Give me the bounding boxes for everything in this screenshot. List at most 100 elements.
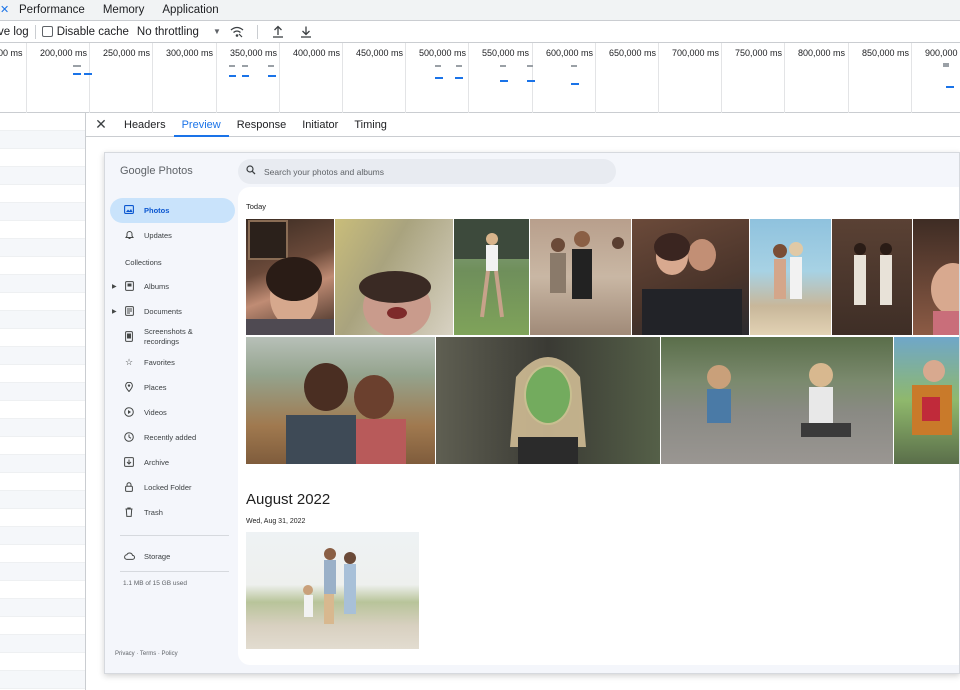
document-icon (120, 305, 138, 318)
network-conditions-icon[interactable] (229, 24, 245, 40)
close-icon[interactable]: ✕ (86, 116, 116, 133)
tab-application[interactable]: Application (153, 0, 227, 21)
search-placeholder: Search your photos and albums (264, 166, 385, 177)
table-row[interactable] (0, 257, 85, 275)
table-row[interactable] (0, 113, 85, 131)
sidebar-item-screenshots: Screenshots & recordings (110, 324, 235, 350)
sidebar-item-archive: Archive (110, 450, 235, 475)
nav-divider (120, 535, 229, 536)
import-har-icon[interactable] (270, 24, 286, 40)
photo-thumbnail (661, 337, 893, 464)
request-detail-tabs: ✕ Headers Preview Response Initiator Tim… (86, 113, 960, 137)
table-row[interactable] (0, 635, 85, 653)
table-row[interactable] (0, 311, 85, 329)
table-row[interactable] (0, 149, 85, 167)
table-row[interactable] (0, 491, 85, 509)
table-row[interactable] (0, 221, 85, 239)
tab-preview[interactable]: Preview (173, 113, 229, 137)
tab-memory[interactable]: Memory (94, 0, 154, 21)
sidebar-item-storage: Storage (110, 544, 235, 569)
photo-thumbnail (246, 219, 334, 335)
sidebar-item-trash: Trash (110, 500, 235, 525)
time-tick-label: 450,000 ms (356, 48, 404, 58)
export-har-icon[interactable] (298, 24, 314, 40)
photo-thumbnail (750, 219, 831, 335)
table-row[interactable] (0, 509, 85, 527)
table-row[interactable] (0, 563, 85, 581)
archive-icon (120, 456, 138, 469)
tab-headers[interactable]: Headers (116, 113, 174, 137)
sidebar-item-label: Places (144, 383, 167, 392)
bell-icon (120, 230, 138, 242)
sidebar-item-label: Archive (144, 458, 170, 467)
disable-cache-checkbox[interactable]: Disable cache (41, 26, 129, 38)
caret-right-icon: ▶ (112, 309, 117, 315)
table-row[interactable] (0, 329, 85, 347)
photo-thumbnail (832, 219, 912, 335)
chevron-down-icon: ▼ (212, 27, 221, 36)
tab-initiator[interactable]: Initiator (294, 113, 346, 137)
sidebar-item-label: Updates (144, 231, 172, 240)
preserve-log-checkbox[interactable]: ve log (0, 26, 29, 38)
table-row[interactable] (0, 473, 85, 491)
sidebar-item-recently-added: Recently added (110, 425, 235, 450)
sidebar-item-videos: Videos (110, 400, 235, 425)
sidebar-item-label: Photos (144, 206, 170, 215)
caret-right-icon: ▶ (112, 284, 117, 290)
table-row[interactable] (0, 581, 85, 599)
table-row[interactable] (0, 419, 85, 437)
table-row[interactable] (0, 617, 85, 635)
sidebar-item-photos: Photos (110, 198, 235, 223)
album-icon (120, 280, 138, 293)
sidebar-item-label: Storage (144, 552, 171, 561)
table-row[interactable] (0, 293, 85, 311)
sidebar-item-favorites: ☆ Favorites (110, 350, 235, 375)
time-tick-label: 550,000 ms (482, 48, 530, 58)
table-row[interactable] (0, 671, 85, 689)
request-list[interactable] (0, 113, 86, 690)
star-icon: ☆ (124, 357, 134, 367)
table-row[interactable] (0, 347, 85, 365)
photo-thumbnail (913, 219, 959, 335)
photo-grid-panel: Today August 2022 Wed, Aug 31, 2022 (238, 187, 959, 665)
table-row[interactable] (0, 167, 85, 185)
photo-icon (120, 205, 138, 216)
tab-response[interactable]: Response (229, 113, 295, 137)
photo-thumbnail (894, 337, 959, 464)
time-tick-label: 600,000 ms (546, 48, 594, 58)
time-tick-label: 400,000 ms (293, 48, 341, 58)
time-tick-label: 350,000 ms (230, 48, 278, 58)
network-tab-fragment[interactable]: ✕ (0, 3, 9, 16)
section-heading-today: Today (246, 202, 267, 211)
tab-timing[interactable]: Timing (346, 113, 395, 137)
table-row[interactable] (0, 131, 85, 149)
table-row[interactable] (0, 203, 85, 221)
sidebar-item-albums: ▶ Albums (110, 274, 235, 299)
table-row[interactable] (0, 545, 85, 563)
table-row[interactable] (0, 527, 85, 545)
table-row[interactable] (0, 437, 85, 455)
network-overview-timeline[interactable]: 00 ms 200,000 ms 250,000 ms 300,000 ms 3… (0, 43, 960, 113)
devtools-window: ✕ Performance Memory Application ve log … (0, 0, 960, 690)
table-row[interactable] (0, 653, 85, 671)
time-tick-label: 900,000 (925, 48, 958, 58)
tab-performance[interactable]: Performance (10, 0, 94, 21)
time-tick-label: 800,000 ms (798, 48, 846, 58)
table-row[interactable] (0, 401, 85, 419)
image-preview: Google Photos Search your photos and alb… (104, 152, 960, 674)
table-row[interactable] (0, 455, 85, 473)
section-heading-august-2022: August 2022 (246, 491, 331, 508)
devtools-panel-tabs: ✕ Performance Memory Application (0, 0, 960, 21)
place-pin-icon (120, 381, 138, 394)
collections-heading: Collections (125, 258, 162, 267)
table-row[interactable] (0, 275, 85, 293)
table-row[interactable] (0, 383, 85, 401)
table-row[interactable] (0, 239, 85, 257)
trash-icon (120, 507, 138, 519)
sidebar-item-label: Albums (144, 282, 170, 291)
sidebar-item-label: recordings (144, 337, 180, 346)
throttling-select[interactable]: No throttling ▼ (137, 26, 221, 38)
table-row[interactable] (0, 365, 85, 383)
table-row[interactable] (0, 185, 85, 203)
table-row[interactable] (0, 599, 85, 617)
